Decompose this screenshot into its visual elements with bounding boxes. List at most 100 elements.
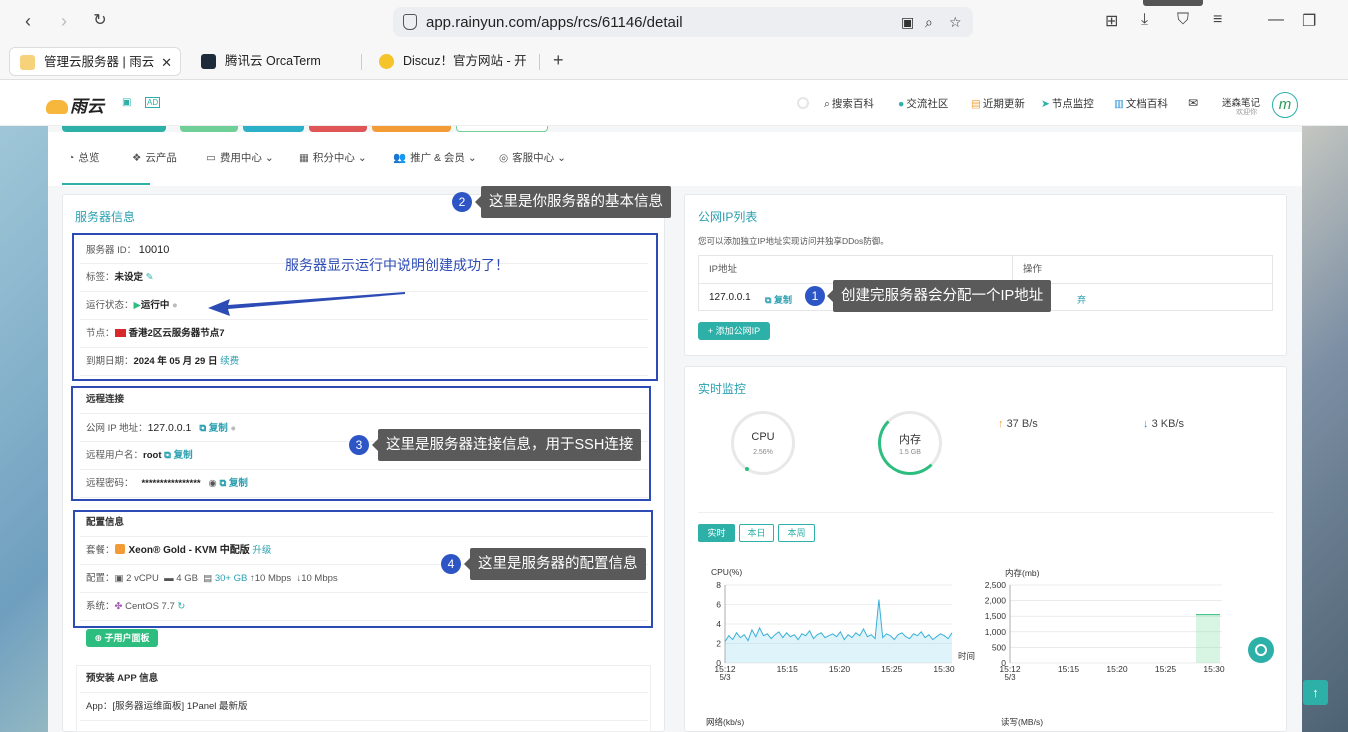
close-tab-icon[interactable]: ✕ [161,48,172,77]
headset-icon: ◎ [499,152,509,164]
cubes-icon: ❖ [132,152,142,164]
annotation-tooltip: 这里是你服务器的基本信息 [475,186,671,218]
tab-rainyun[interactable]: 管理云服务器 | 雨云 ✕ [9,47,181,76]
x-tick-label: 15:30 [1203,664,1225,674]
scroll-top-button[interactable]: ↑ [1303,680,1328,705]
url-text[interactable]: app.rainyun.com/apps/rcs/61146/detail [426,14,683,31]
menu-label: 云产品 [145,152,177,164]
menu-points[interactable]: ▦ 积分中心 ⌄ [299,150,367,165]
cloud-logo-icon [46,100,68,114]
security-icon[interactable] [403,14,417,30]
star-icon[interactable]: ☆ [949,14,962,31]
memory-gauge: 内存 1.5 GB [878,411,942,475]
users-icon: 👥 [393,152,407,164]
tab-week[interactable]: 本周 [778,524,815,542]
menu-products[interactable]: ❖ 云产品 [132,150,177,165]
gauge-label: CPU [751,431,775,443]
y-tick-label: 2,500 [985,580,1006,590]
annotation-badge: 3 [349,435,369,455]
ad-icon[interactable]: AD [145,97,161,108]
search-icon: ⌕ [824,98,830,110]
menu-label: 积分中心 [312,152,355,164]
ip-cell: 127.0.0.1 [709,292,751,303]
x-tick-label: 15:20 [1106,664,1128,674]
y-tick-label: 1,000 [985,627,1006,637]
tab-discuz[interactable]: Discuz！官方网站 - 开 [369,47,539,76]
copy-ip-button[interactable]: ⧉ 复制 [765,293,792,306]
minimize-icon[interactable]: — [1268,11,1284,29]
back-icon[interactable]: ‹ [16,9,40,33]
y-tick-label: 8 [716,580,721,590]
rate-value: 3 KB/s [1151,418,1184,430]
bookmark-icon[interactable]: ⛉ [1177,11,1189,29]
header-link-docs[interactable]: ▥ 文档百科 [1114,96,1168,111]
restore-icon[interactable]: ❐ [1302,11,1316,31]
x-tick-label: 15:20 [829,664,851,674]
rainyun-logo[interactable]: 雨云 [46,92,104,117]
chat-support-button[interactable] [1248,637,1274,663]
link-label: 近期更新 [982,98,1025,110]
y-tick-label: 6 [716,600,721,610]
menu-support[interactable]: ◎ 客服中心 ⌄ [499,150,566,165]
menu-label: 推广 & 会员 [410,152,465,164]
header-link-monitor[interactable]: ➤ 节点监控 [1041,96,1094,111]
y-tick-label: 2,000 [985,596,1006,606]
avatar[interactable]: m [1272,92,1298,118]
menu-label: 总览 [78,152,100,164]
gauge-label: 内存 [899,434,921,446]
annotation-tooltip: 创建完服务器会分配一个IP地址 [826,280,1052,312]
billing-icon: ▭ [206,152,216,164]
forward-icon[interactable]: › [52,9,76,33]
y-tick-label: 500 [992,642,1006,652]
disk-chart-title: 读写(MB/s) [1001,717,1044,727]
translate-icon[interactable]: ▣ [901,14,914,31]
menu-icon[interactable]: ≡ [1213,11,1222,29]
add-ip-button[interactable]: + 添加公网IP [698,322,770,340]
tab-realtime[interactable]: 实时 [698,524,735,542]
zoom-icon[interactable]: ⌕ [925,14,933,31]
download-icon[interactable]: ⤓ [1141,11,1148,29]
discuz-favicon [379,54,394,69]
link-label: 文档百科 [1125,98,1168,110]
orcaterm-favicon [201,54,216,69]
preinstall-app: App：[服务器运维面板] 1Panel 最新版 [80,693,648,721]
up-arrow-icon: ↑ [998,418,1004,430]
image-icon[interactable]: ▣ [122,97,131,108]
tab-orcaterm[interactable]: 腾讯云 OrcaTerm [191,47,361,76]
annotation-badge: 4 [441,554,461,574]
tab-title: 腾讯云 OrcaTerm [225,54,321,68]
preinstall-title: 预安装 APP 信息 [80,665,648,693]
discard-link[interactable]: 弃 [1077,293,1086,306]
upload-rate: ↑ 37 B/s [998,418,1038,430]
menu-billing[interactable]: ▭ 费用中心 ⌄ [206,150,274,165]
x-tick-label: 15:25 [881,664,903,674]
rainyun-favicon [20,55,35,70]
docs-icon: ▥ [1114,98,1124,110]
dashboard-icon: ◔ [68,152,75,164]
memory-chart: 05001,0001,5002,0002,50015:125/315:15 15:… [985,580,1225,680]
reload-icon[interactable]: ↻ [88,9,112,33]
cpu-chart: 0246815:125/315:15 15:20 15:25 15:30 [714,580,955,680]
new-tab-button[interactable]: + [553,50,564,71]
down-arrow-icon: ↓ [1143,418,1149,430]
gauge-arc [745,467,749,471]
header-link-search[interactable]: ⌕ 搜索百科 [824,96,874,111]
tab-today[interactable]: 本日 [739,524,774,542]
user-greeting: 欢迎你 [1236,109,1257,116]
header-link-updates[interactable]: ▤ 近期更新 [971,96,1025,111]
cpu-gauge: CPU 2.56% [731,411,795,475]
header-link-community[interactable]: ● 交流社区 [898,96,948,111]
annotation-tooltip: 这里是服务器的配置信息 [464,548,646,580]
subuser-panel-button[interactable]: ⊕ 子用户面板 [86,629,158,647]
address-bar[interactable]: app.rainyun.com/apps/rcs/61146/detail ▣ … [393,7,973,37]
time-axis-label: 时间 [958,651,976,661]
annotation-note: 服务器显示运行中说明创建成功了！ [285,257,509,273]
tab-title: Discuz！官方网站 - 开 [403,54,527,68]
mail-icon[interactable]: ✉ [1188,96,1198,110]
menu-overview[interactable]: ◔ 总览 [68,150,99,165]
extensions-icon[interactable]: ⊞ [1105,11,1118,31]
menu-label: 客服中心 [512,152,555,164]
menu-promotion[interactable]: 👥 推广 & 会员 ⌄ [393,150,477,165]
y-tick-label: 1,500 [985,611,1006,621]
x-tick-label: 15:15 [777,664,799,674]
